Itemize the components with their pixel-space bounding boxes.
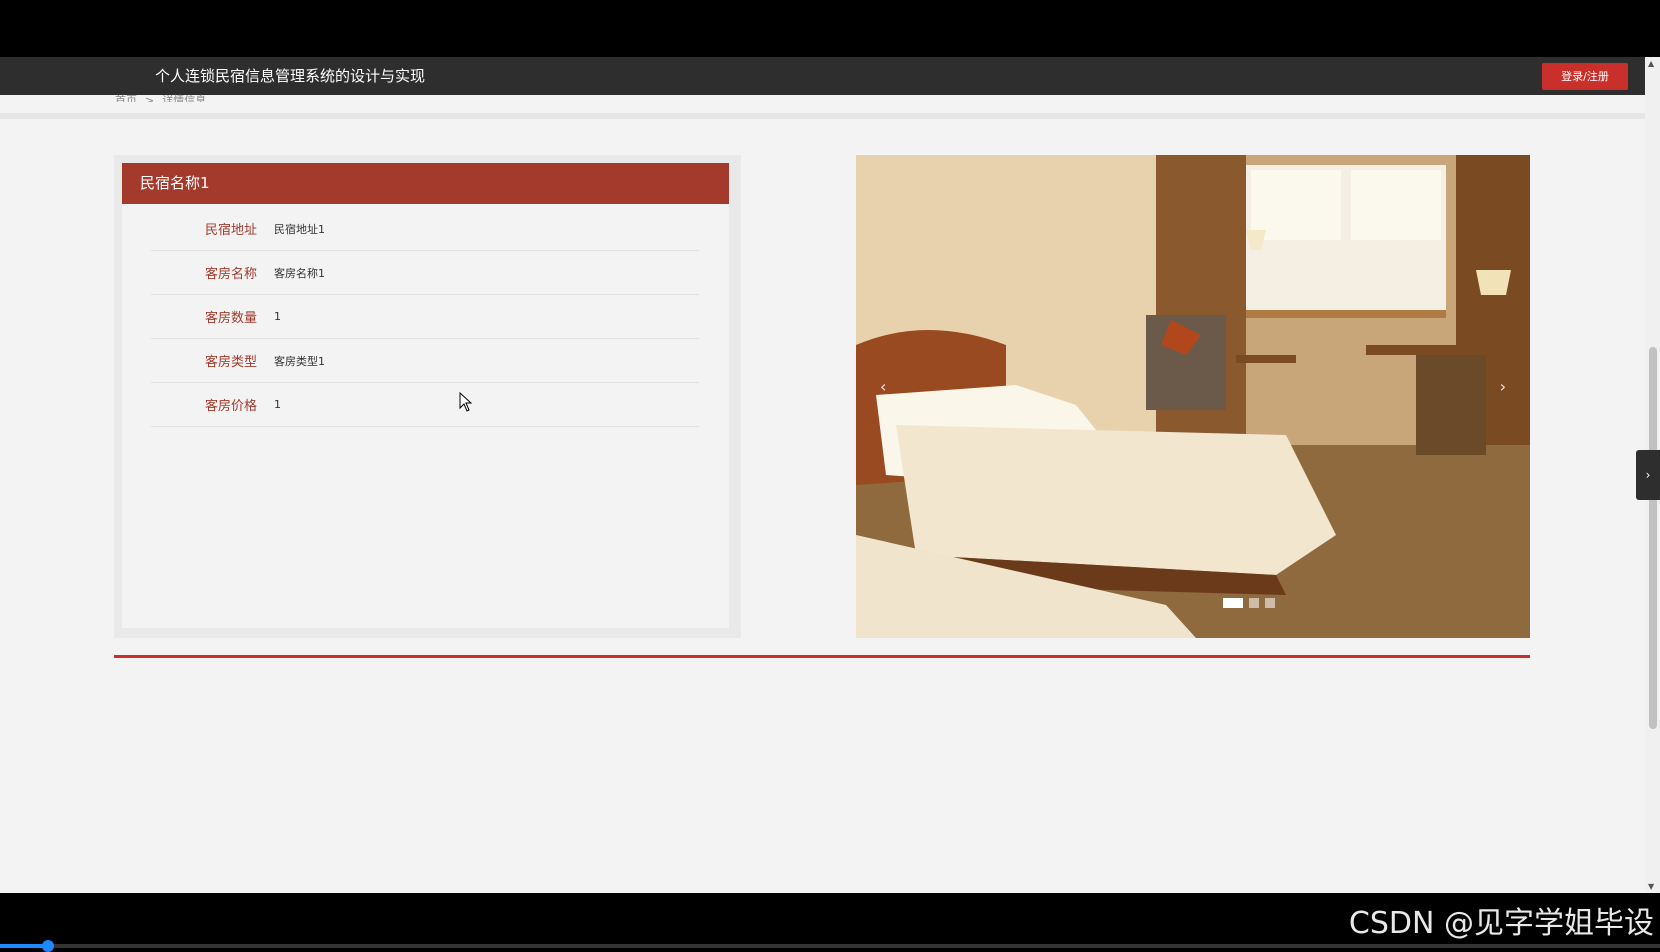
breadcrumb-home[interactable]: 首页 bbox=[115, 94, 137, 102]
carousel-indicator[interactable] bbox=[1249, 598, 1259, 608]
detail-row: 民宿地址 民宿地址1 bbox=[151, 207, 699, 251]
detail-row-label: 客房名称 bbox=[204, 267, 257, 282]
detail-row: 客房名称 客房名称1 bbox=[151, 251, 699, 295]
detail-row-label: 客房价格 bbox=[204, 399, 257, 414]
scroll-down-icon[interactable]: ▼ bbox=[1648, 882, 1654, 891]
breadcrumb: 首页 > 详情信息 bbox=[115, 91, 206, 102]
section-divider bbox=[114, 655, 1530, 658]
detail-title: 民宿名称1 bbox=[122, 163, 729, 204]
hotel-room-photo bbox=[856, 155, 1530, 638]
detail-row-value: 1 bbox=[274, 310, 281, 323]
watermark-text: CSDN @见字学姐毕设 bbox=[1348, 906, 1654, 941]
detail-row-value: 民宿地址1 bbox=[274, 222, 325, 236]
carousel-indicators bbox=[1223, 598, 1275, 608]
login-register-button[interactable]: 登录/注册 bbox=[1542, 63, 1628, 90]
detail-row: 客房类型 客房类型1 bbox=[151, 339, 699, 383]
scroll-up-icon[interactable]: ▲ bbox=[1648, 59, 1654, 68]
breadcrumb-current: 详情信息 bbox=[162, 94, 207, 102]
carousel-next-button[interactable]: › bbox=[1500, 377, 1506, 396]
detail-row: 客房价格 1 bbox=[151, 383, 699, 427]
detail-rows: 民宿地址 民宿地址1 客房名称 客房名称1 客房数量 1 客房类型 客房类型1 … bbox=[151, 207, 699, 427]
browser-page: 个人连锁民宿信息管理系统的设计与实现 登录/注册 首页 > 详情信息 民宿名称1 民… bbox=[0, 57, 1645, 893]
video-letterbox-top bbox=[0, 0, 1660, 57]
scroll-thumb[interactable] bbox=[1649, 347, 1657, 729]
detail-row-value: 客房类型1 bbox=[274, 354, 325, 368]
breadcrumb-separator: > bbox=[145, 94, 155, 102]
carousel-indicator[interactable] bbox=[1223, 598, 1243, 608]
detail-row-label: 民宿地址 bbox=[204, 223, 257, 238]
detail-row-value: 客房名称1 bbox=[274, 266, 325, 280]
video-progress-bar[interactable] bbox=[0, 940, 1660, 952]
video-progress-knob[interactable] bbox=[42, 940, 54, 952]
top-navbar: 个人连锁民宿信息管理系统的设计与实现 登录/注册 bbox=[0, 57, 1645, 95]
breadcrumb-divider bbox=[0, 113, 1645, 119]
detail-panel: 民宿名称1 民宿地址 民宿地址1 客房名称 客房名称1 客房数量 1 客房类型 … bbox=[114, 155, 741, 638]
image-carousel[interactable]: ‹ › bbox=[856, 155, 1530, 638]
detail-row: 客房数量 1 bbox=[151, 295, 699, 339]
detail-panel-inner: 民宿名称1 民宿地址 民宿地址1 客房名称 客房名称1 客房数量 1 客房类型 … bbox=[122, 163, 729, 628]
detail-row-value: 1 bbox=[274, 398, 281, 411]
detail-row-label: 客房类型 bbox=[204, 355, 257, 370]
carousel-indicator[interactable] bbox=[1265, 598, 1275, 608]
side-panel-toggle[interactable]: › bbox=[1636, 450, 1660, 500]
carousel-prev-button[interactable]: ‹ bbox=[880, 377, 886, 396]
site-title: 个人连锁民宿信息管理系统的设计与实现 bbox=[155, 67, 426, 85]
detail-row-label: 客房数量 bbox=[204, 311, 257, 326]
